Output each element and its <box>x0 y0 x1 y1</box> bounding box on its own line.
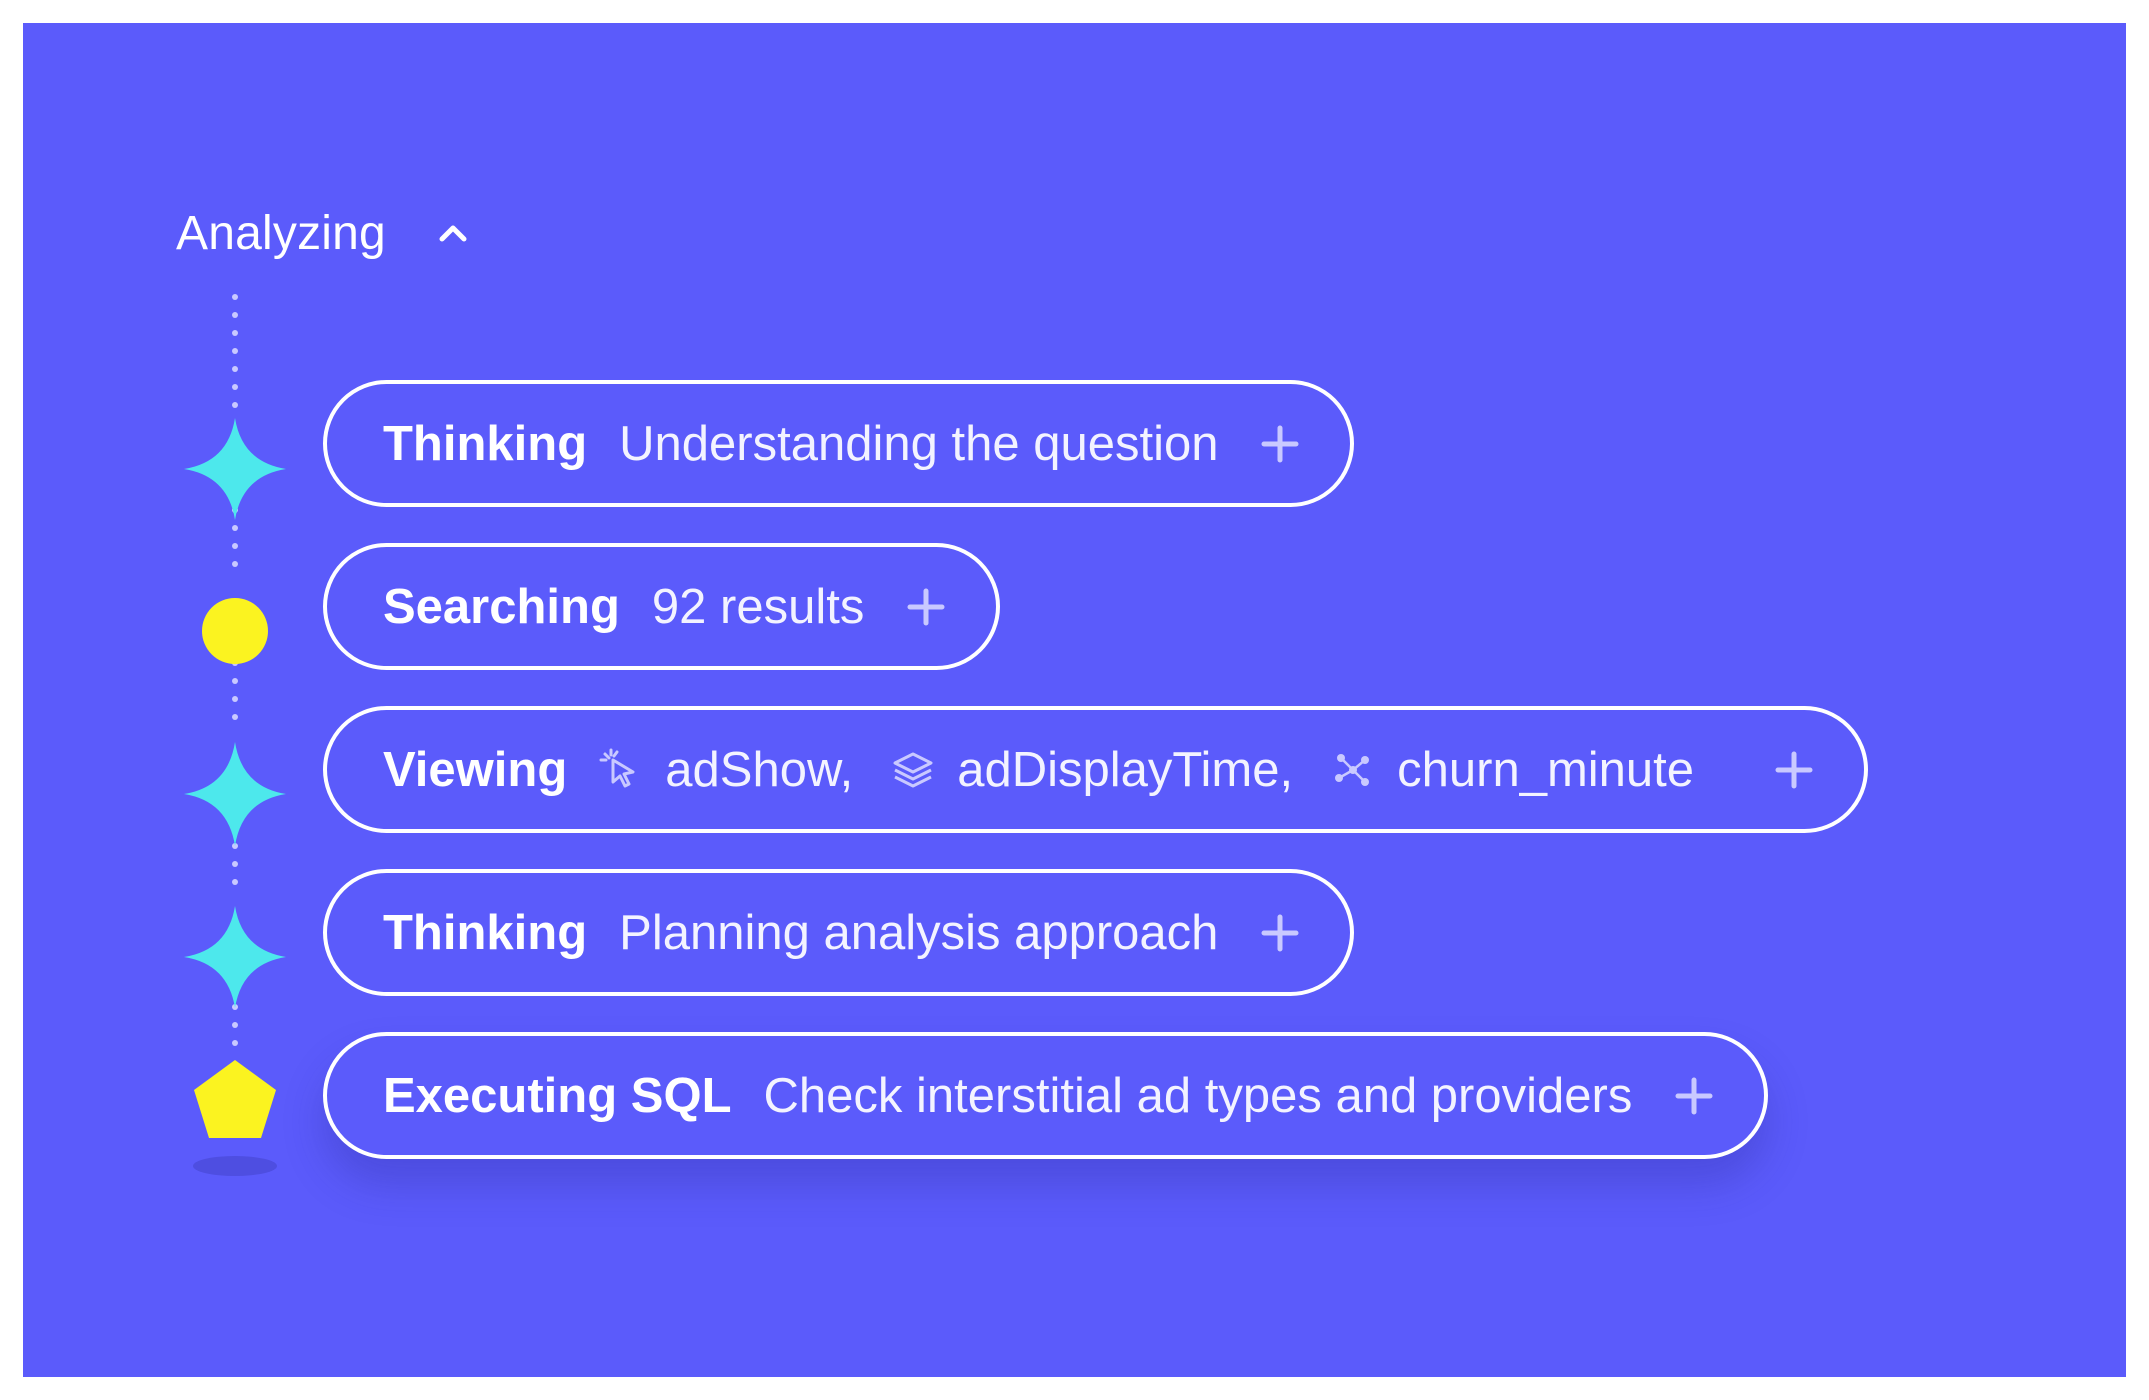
step-text: Check interstitial ad types and provider… <box>763 1068 1633 1123</box>
timeline-dotted-line <box>232 294 238 1046</box>
chip-churn-minute[interactable]: churn_minute <box>1331 742 1694 798</box>
sparkle-marker-1 <box>184 418 286 520</box>
step-executing-sql[interactable]: Executing SQL Check interstitial ad type… <box>323 1032 1769 1159</box>
step-title: Executing SQL <box>383 1068 732 1123</box>
plus-icon[interactable] <box>904 585 948 629</box>
chevron-up-icon <box>436 216 470 250</box>
step-title: Thinking <box>383 905 588 960</box>
pentagon-shadow <box>193 1156 277 1176</box>
step-text: Planning analysis approach <box>619 905 1219 960</box>
layers-icon <box>891 748 935 792</box>
step-thinking-planning[interactable]: Thinking Planning analysis approach <box>323 869 1355 996</box>
chip-adshow[interactable]: adShow, <box>599 742 853 798</box>
analysis-panel: Analyzing Thinking Understanding the que… <box>23 23 2126 1377</box>
circle-marker-2 <box>202 598 268 664</box>
step-text: 92 results <box>651 579 865 634</box>
sparkle-marker-3 <box>184 742 286 846</box>
pentagon-marker-5 <box>194 1060 276 1138</box>
sparkle-marker-4 <box>184 906 286 1008</box>
cursor-click-icon <box>599 748 643 792</box>
network-nodes-icon <box>1331 748 1375 792</box>
plus-icon[interactable] <box>1258 911 1302 955</box>
plus-icon[interactable] <box>1258 422 1302 466</box>
step-searching[interactable]: Searching 92 results <box>323 543 1001 670</box>
plus-icon[interactable] <box>1772 748 1816 792</box>
step-title: Searching <box>383 579 620 634</box>
step-title: Thinking <box>383 416 588 471</box>
chip-addisplaytime[interactable]: adDisplayTime, <box>891 742 1293 798</box>
chip-label: adDisplayTime, <box>957 742 1294 797</box>
chip-label: churn_minute <box>1397 742 1695 797</box>
step-thinking-understanding[interactable]: Thinking Understanding the question <box>323 380 1355 507</box>
chip-label: adShow, <box>665 742 854 797</box>
analyzing-toggle[interactable]: Analyzing <box>176 193 470 273</box>
step-viewing[interactable]: Viewing adShow, adDisplayTime, churn_min… <box>323 706 1869 833</box>
plus-icon[interactable] <box>1672 1074 1716 1118</box>
analyzing-label: Analyzing <box>176 206 386 260</box>
step-text: Understanding the question <box>619 416 1219 471</box>
step-title: Viewing <box>383 742 568 797</box>
